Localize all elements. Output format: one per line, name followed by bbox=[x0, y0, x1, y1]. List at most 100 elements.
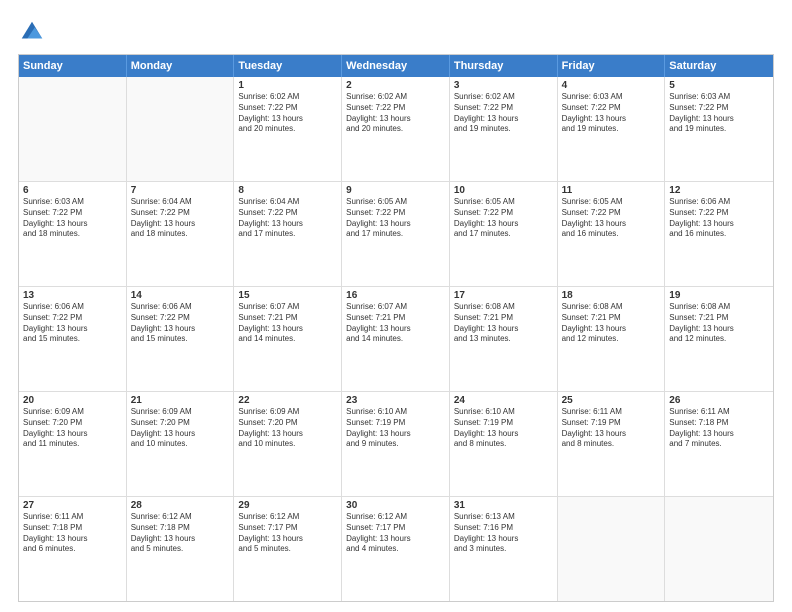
header-day-friday: Friday bbox=[558, 55, 666, 77]
day-info: Sunrise: 6:11 AM Sunset: 7:18 PM Dayligh… bbox=[23, 512, 122, 555]
header bbox=[18, 18, 774, 46]
day-number: 29 bbox=[238, 500, 337, 511]
calendar-cell bbox=[665, 497, 773, 601]
day-number: 1 bbox=[238, 80, 337, 91]
day-number: 20 bbox=[23, 395, 122, 406]
calendar-cell bbox=[127, 77, 235, 181]
day-info: Sunrise: 6:06 AM Sunset: 7:22 PM Dayligh… bbox=[131, 302, 230, 345]
calendar-cell: 28Sunrise: 6:12 AM Sunset: 7:18 PM Dayli… bbox=[127, 497, 235, 601]
day-number: 12 bbox=[669, 185, 769, 196]
day-info: Sunrise: 6:08 AM Sunset: 7:21 PM Dayligh… bbox=[454, 302, 553, 345]
day-info: Sunrise: 6:05 AM Sunset: 7:22 PM Dayligh… bbox=[346, 197, 445, 240]
day-info: Sunrise: 6:05 AM Sunset: 7:22 PM Dayligh… bbox=[562, 197, 661, 240]
calendar-cell: 5Sunrise: 6:03 AM Sunset: 7:22 PM Daylig… bbox=[665, 77, 773, 181]
calendar-cell: 26Sunrise: 6:11 AM Sunset: 7:18 PM Dayli… bbox=[665, 392, 773, 496]
day-number: 9 bbox=[346, 185, 445, 196]
calendar-cell: 22Sunrise: 6:09 AM Sunset: 7:20 PM Dayli… bbox=[234, 392, 342, 496]
day-info: Sunrise: 6:02 AM Sunset: 7:22 PM Dayligh… bbox=[238, 92, 337, 135]
day-number: 10 bbox=[454, 185, 553, 196]
day-info: Sunrise: 6:03 AM Sunset: 7:22 PM Dayligh… bbox=[669, 92, 769, 135]
day-info: Sunrise: 6:08 AM Sunset: 7:21 PM Dayligh… bbox=[562, 302, 661, 345]
day-number: 14 bbox=[131, 290, 230, 301]
calendar-cell: 17Sunrise: 6:08 AM Sunset: 7:21 PM Dayli… bbox=[450, 287, 558, 391]
day-info: Sunrise: 6:10 AM Sunset: 7:19 PM Dayligh… bbox=[454, 407, 553, 450]
calendar-cell: 4Sunrise: 6:03 AM Sunset: 7:22 PM Daylig… bbox=[558, 77, 666, 181]
calendar-cell: 2Sunrise: 6:02 AM Sunset: 7:22 PM Daylig… bbox=[342, 77, 450, 181]
day-info: Sunrise: 6:06 AM Sunset: 7:22 PM Dayligh… bbox=[23, 302, 122, 345]
day-number: 11 bbox=[562, 185, 661, 196]
day-number: 28 bbox=[131, 500, 230, 511]
calendar-cell: 1Sunrise: 6:02 AM Sunset: 7:22 PM Daylig… bbox=[234, 77, 342, 181]
calendar-cell: 8Sunrise: 6:04 AM Sunset: 7:22 PM Daylig… bbox=[234, 182, 342, 286]
calendar-row-4: 27Sunrise: 6:11 AM Sunset: 7:18 PM Dayli… bbox=[19, 496, 773, 601]
calendar-cell: 31Sunrise: 6:13 AM Sunset: 7:16 PM Dayli… bbox=[450, 497, 558, 601]
day-info: Sunrise: 6:07 AM Sunset: 7:21 PM Dayligh… bbox=[346, 302, 445, 345]
day-number: 30 bbox=[346, 500, 445, 511]
day-info: Sunrise: 6:02 AM Sunset: 7:22 PM Dayligh… bbox=[454, 92, 553, 135]
calendar-cell bbox=[558, 497, 666, 601]
calendar-cell: 6Sunrise: 6:03 AM Sunset: 7:22 PM Daylig… bbox=[19, 182, 127, 286]
header-day-wednesday: Wednesday bbox=[342, 55, 450, 77]
calendar-cell: 25Sunrise: 6:11 AM Sunset: 7:19 PM Dayli… bbox=[558, 392, 666, 496]
day-info: Sunrise: 6:09 AM Sunset: 7:20 PM Dayligh… bbox=[131, 407, 230, 450]
day-number: 8 bbox=[238, 185, 337, 196]
day-number: 16 bbox=[346, 290, 445, 301]
day-number: 31 bbox=[454, 500, 553, 511]
day-info: Sunrise: 6:04 AM Sunset: 7:22 PM Dayligh… bbox=[238, 197, 337, 240]
calendar: SundayMondayTuesdayWednesdayThursdayFrid… bbox=[18, 54, 774, 602]
header-day-tuesday: Tuesday bbox=[234, 55, 342, 77]
logo-icon bbox=[18, 18, 46, 46]
calendar-cell: 18Sunrise: 6:08 AM Sunset: 7:21 PM Dayli… bbox=[558, 287, 666, 391]
calendar-cell: 20Sunrise: 6:09 AM Sunset: 7:20 PM Dayli… bbox=[19, 392, 127, 496]
day-info: Sunrise: 6:09 AM Sunset: 7:20 PM Dayligh… bbox=[23, 407, 122, 450]
header-day-monday: Monday bbox=[127, 55, 235, 77]
calendar-cell: 16Sunrise: 6:07 AM Sunset: 7:21 PM Dayli… bbox=[342, 287, 450, 391]
calendar-cell: 29Sunrise: 6:12 AM Sunset: 7:17 PM Dayli… bbox=[234, 497, 342, 601]
day-info: Sunrise: 6:11 AM Sunset: 7:19 PM Dayligh… bbox=[562, 407, 661, 450]
calendar-cell: 15Sunrise: 6:07 AM Sunset: 7:21 PM Dayli… bbox=[234, 287, 342, 391]
calendar-cell: 27Sunrise: 6:11 AM Sunset: 7:18 PM Dayli… bbox=[19, 497, 127, 601]
calendar-cell: 12Sunrise: 6:06 AM Sunset: 7:22 PM Dayli… bbox=[665, 182, 773, 286]
calendar-cell: 19Sunrise: 6:08 AM Sunset: 7:21 PM Dayli… bbox=[665, 287, 773, 391]
day-number: 27 bbox=[23, 500, 122, 511]
day-number: 7 bbox=[131, 185, 230, 196]
day-number: 24 bbox=[454, 395, 553, 406]
calendar-cell: 30Sunrise: 6:12 AM Sunset: 7:17 PM Dayli… bbox=[342, 497, 450, 601]
day-info: Sunrise: 6:03 AM Sunset: 7:22 PM Dayligh… bbox=[562, 92, 661, 135]
day-number: 5 bbox=[669, 80, 769, 91]
day-info: Sunrise: 6:12 AM Sunset: 7:17 PM Dayligh… bbox=[238, 512, 337, 555]
day-number: 6 bbox=[23, 185, 122, 196]
calendar-cell: 10Sunrise: 6:05 AM Sunset: 7:22 PM Dayli… bbox=[450, 182, 558, 286]
calendar-cell: 24Sunrise: 6:10 AM Sunset: 7:19 PM Dayli… bbox=[450, 392, 558, 496]
day-number: 15 bbox=[238, 290, 337, 301]
day-number: 21 bbox=[131, 395, 230, 406]
day-number: 4 bbox=[562, 80, 661, 91]
day-info: Sunrise: 6:05 AM Sunset: 7:22 PM Dayligh… bbox=[454, 197, 553, 240]
calendar-cell: 11Sunrise: 6:05 AM Sunset: 7:22 PM Dayli… bbox=[558, 182, 666, 286]
day-number: 19 bbox=[669, 290, 769, 301]
header-day-sunday: Sunday bbox=[19, 55, 127, 77]
header-day-saturday: Saturday bbox=[665, 55, 773, 77]
day-info: Sunrise: 6:03 AM Sunset: 7:22 PM Dayligh… bbox=[23, 197, 122, 240]
day-number: 26 bbox=[669, 395, 769, 406]
calendar-cell: 3Sunrise: 6:02 AM Sunset: 7:22 PM Daylig… bbox=[450, 77, 558, 181]
calendar-cell: 7Sunrise: 6:04 AM Sunset: 7:22 PM Daylig… bbox=[127, 182, 235, 286]
logo bbox=[18, 18, 50, 46]
day-number: 3 bbox=[454, 80, 553, 91]
calendar-cell: 23Sunrise: 6:10 AM Sunset: 7:19 PM Dayli… bbox=[342, 392, 450, 496]
calendar-row-0: 1Sunrise: 6:02 AM Sunset: 7:22 PM Daylig… bbox=[19, 77, 773, 181]
day-number: 25 bbox=[562, 395, 661, 406]
day-info: Sunrise: 6:07 AM Sunset: 7:21 PM Dayligh… bbox=[238, 302, 337, 345]
calendar-cell: 14Sunrise: 6:06 AM Sunset: 7:22 PM Dayli… bbox=[127, 287, 235, 391]
day-number: 17 bbox=[454, 290, 553, 301]
day-info: Sunrise: 6:08 AM Sunset: 7:21 PM Dayligh… bbox=[669, 302, 769, 345]
day-info: Sunrise: 6:12 AM Sunset: 7:17 PM Dayligh… bbox=[346, 512, 445, 555]
day-number: 23 bbox=[346, 395, 445, 406]
calendar-header: SundayMondayTuesdayWednesdayThursdayFrid… bbox=[19, 55, 773, 77]
day-info: Sunrise: 6:02 AM Sunset: 7:22 PM Dayligh… bbox=[346, 92, 445, 135]
day-info: Sunrise: 6:12 AM Sunset: 7:18 PM Dayligh… bbox=[131, 512, 230, 555]
header-day-thursday: Thursday bbox=[450, 55, 558, 77]
calendar-row-2: 13Sunrise: 6:06 AM Sunset: 7:22 PM Dayli… bbox=[19, 286, 773, 391]
day-number: 2 bbox=[346, 80, 445, 91]
page: SundayMondayTuesdayWednesdayThursdayFrid… bbox=[0, 0, 792, 612]
